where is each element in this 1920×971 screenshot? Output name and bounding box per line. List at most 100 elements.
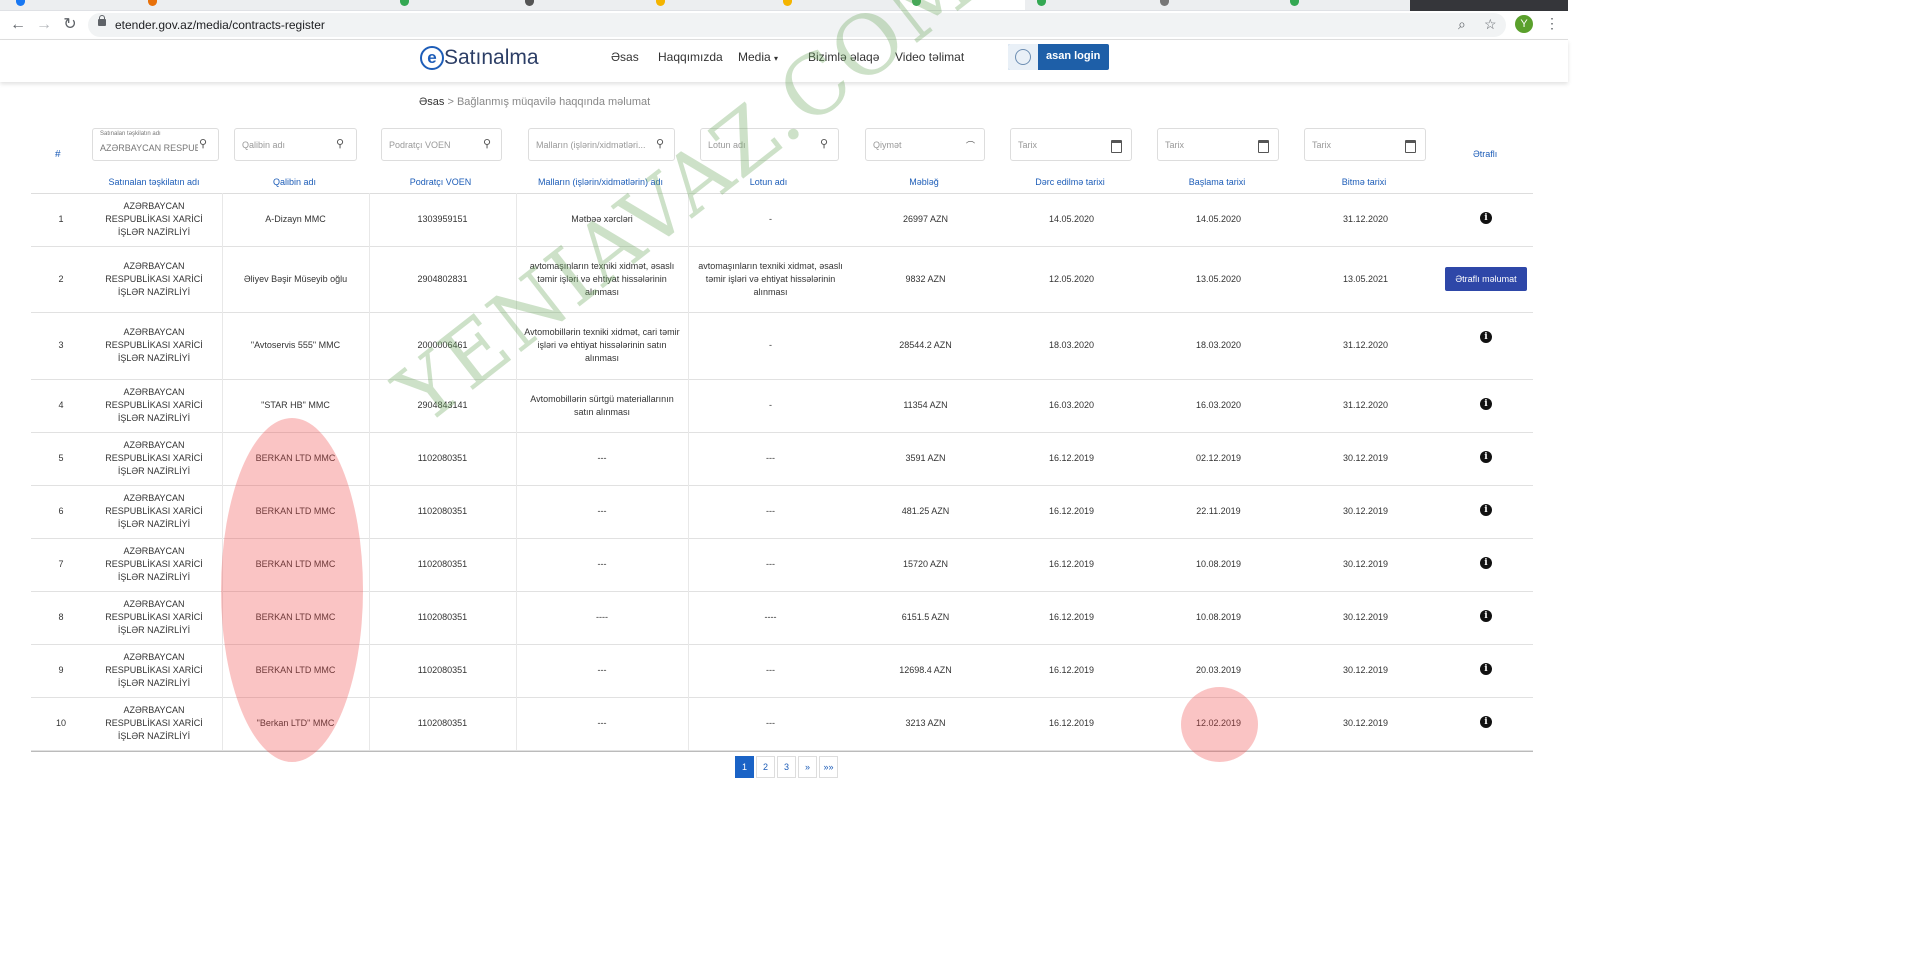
nav-contact[interactable]: Bizimlə əlaqə: [808, 50, 879, 64]
info-icon[interactable]: i: [1480, 398, 1492, 410]
amount-cell: 6151.5 AZN: [901, 612, 950, 622]
end-date-cell: 31.12.2020: [1342, 214, 1389, 224]
bookmark-star-icon[interactable]: ☆: [1484, 16, 1497, 33]
browser-tab[interactable]: [1150, 0, 1281, 10]
pagination: 1 2 3»»»: [735, 756, 838, 778]
start-date-filter[interactable]: Tarix: [1157, 128, 1279, 161]
details-cell: i: [1439, 432, 1533, 485]
info-icon[interactable]: i: [1480, 212, 1492, 224]
page-button[interactable]: »»: [819, 756, 838, 778]
table-row[interactable]: 2 AZƏRBAYCAN RESPUBLİKASI XARİCİ İŞLƏR NA…: [31, 246, 1533, 313]
winner-filter-input[interactable]: Qalibin adı ⚲: [234, 128, 357, 161]
column-header-amount[interactable]: Məbləğ: [865, 177, 983, 187]
info-icon[interactable]: i: [1480, 557, 1492, 569]
table-row[interactable]: 8 AZƏRBAYCAN RESPUBLİKASI XARİCİ İŞLƏR NA…: [31, 591, 1533, 645]
breadcrumb-home[interactable]: Əsas: [419, 96, 444, 108]
page-button[interactable]: 2: [756, 756, 775, 778]
column-header-goods[interactable]: Malların (işlərin/xidmətlərin) adı: [517, 177, 684, 187]
menu-kebab-icon[interactable]: ⋮: [1545, 15, 1559, 32]
info-icon[interactable]: i: [1480, 610, 1492, 622]
browser-tab[interactable]: [1025, 0, 1151, 10]
info-icon[interactable]: i: [1480, 504, 1492, 516]
nav-video-guide[interactable]: Video təlimat: [895, 50, 964, 64]
column-divider: [688, 644, 689, 697]
column-header-start[interactable]: Başlama tarixi: [1157, 177, 1277, 187]
browser-tab[interactable]: [390, 0, 516, 10]
goods-cell: ---: [597, 506, 607, 516]
column-header-voen[interactable]: Podratçı VOEN: [381, 177, 500, 187]
table-row[interactable]: 6 AZƏRBAYCAN RESPUBLİKASI XARİCİ İŞLƏR NA…: [31, 485, 1533, 539]
table-row[interactable]: 1 AZƏRBAYCAN RESPUBLİKASI XARİCİ İŞLƏR NA…: [31, 193, 1533, 247]
published-date-filter[interactable]: Tarix: [1010, 128, 1132, 161]
winner-cell: BERKAN LTD MMC: [255, 506, 336, 516]
column-divider: [516, 644, 517, 697]
row-number: 8: [58, 612, 64, 622]
asan-login-button[interactable]: asan login: [1008, 44, 1109, 70]
browser-tab[interactable]: [515, 0, 641, 10]
table-row[interactable]: 3 AZƏRBAYCAN RESPUBLİKASI XARİCİ İŞLƏR NA…: [31, 312, 1533, 380]
nav-home[interactable]: Əsas: [611, 50, 639, 64]
browser-tab[interactable]: [140, 0, 266, 10]
nav-about[interactable]: Haqqımızda: [658, 50, 723, 64]
profile-avatar[interactable]: Y: [1515, 15, 1533, 33]
goods-cell: Mətbəə xərcləri: [571, 214, 633, 224]
page-button-active[interactable]: 1: [735, 756, 754, 778]
column-header-winner[interactable]: Qalibin adı: [234, 177, 355, 187]
winner-cell: "Berkan LTD" MMC: [256, 718, 335, 728]
browser-tab[interactable]: [1280, 0, 1411, 10]
page-button[interactable]: »: [798, 756, 817, 778]
browser-tab[interactable]: [640, 0, 766, 10]
voen-cell: 1102080351: [417, 612, 468, 622]
browser-tab[interactable]: [0, 0, 141, 10]
logo-icon[interactable]: e: [420, 46, 444, 70]
browser-tab[interactable]: [265, 0, 391, 10]
voen-cell: 1303959151: [417, 214, 468, 224]
table-row[interactable]: 9 AZƏRBAYCAN RESPUBLİKASI XARİCİ İŞLƏR NA…: [31, 644, 1533, 698]
voen-filter-input[interactable]: Podratçı VOEN ⚲: [381, 128, 502, 161]
end-date-cell: 30.12.2019: [1342, 718, 1389, 728]
organization-filter-label: Satınalan təşkilatın adı: [100, 131, 161, 137]
reload-icon[interactable]: ↻: [60, 15, 80, 35]
goods-filter-input[interactable]: Malların (işlərin/xidmətləri... ⚲: [528, 128, 675, 161]
column-divider: [222, 538, 223, 591]
table-row[interactable]: 10 AZƏRBAYCAN RESPUBLİKASI XARİCİ İŞLƏR N…: [31, 697, 1533, 751]
browser-tab[interactable]: [765, 0, 901, 10]
published-date-cell: 18.03.2020: [1048, 340, 1095, 350]
organization-filter-input[interactable]: Satınalan təşkilatın adı AZƏRBAYCAN RESP…: [92, 128, 219, 161]
table-row[interactable]: 5 AZƏRBAYCAN RESPUBLİKASI XARİCİ İŞLƏR NA…: [31, 432, 1533, 486]
table-row[interactable]: 4 AZƏRBAYCAN RESPUBLİKASI XARİCİ İŞLƏR NA…: [31, 379, 1533, 433]
details-button[interactable]: Ətraflı məlumat: [1445, 267, 1527, 291]
info-icon[interactable]: i: [1480, 331, 1492, 343]
info-icon[interactable]: i: [1480, 716, 1492, 728]
table-row[interactable]: 7 AZƏRBAYCAN RESPUBLİKASI XARİCİ İŞLƏR NA…: [31, 538, 1533, 592]
winner-cell: BERKAN LTD MMC: [255, 559, 336, 569]
info-icon[interactable]: i: [1480, 663, 1492, 675]
published-date-cell: 14.05.2020: [1048, 214, 1095, 224]
end-date-filter[interactable]: Tarix: [1304, 128, 1426, 161]
nav-media[interactable]: Media ▾: [738, 50, 778, 64]
column-divider: [688, 379, 689, 432]
forward-arrow-icon[interactable]: →: [34, 15, 54, 35]
info-icon[interactable]: i: [1480, 451, 1492, 463]
column-divider: [688, 312, 689, 379]
lot-filter-input[interactable]: Lotun adı ⚲: [700, 128, 839, 161]
price-filter-input[interactable]: Qiymət ⌒: [865, 128, 985, 161]
address-bar[interactable]: etender.gov.az/media/contracts-register …: [88, 13, 1506, 37]
voen-cell: 1102080351: [417, 453, 468, 463]
breadcrumb-current: Bağlanmış müqavilə haqqında məlumat: [456, 96, 651, 108]
goods-cell: ----: [596, 612, 608, 622]
column-divider: [516, 193, 517, 246]
column-header-end[interactable]: Bitmə tarixi: [1304, 177, 1424, 187]
end-date-cell: 31.12.2020: [1342, 340, 1389, 350]
column-header-lot[interactable]: Lotun adı: [700, 177, 837, 187]
column-header-organization[interactable]: Satınalan təşkilatın adı: [91, 177, 217, 187]
logo-text[interactable]: Satınalma: [444, 46, 539, 70]
favicon-icon: [912, 0, 921, 6]
column-header-published[interactable]: Dərc edilmə tarixi: [1010, 177, 1130, 187]
page-button[interactable]: 3: [777, 756, 796, 778]
details-column-header: Ətraflı: [1473, 149, 1498, 159]
back-arrow-icon[interactable]: ←: [8, 15, 28, 35]
organization-cell: AZƏRBAYCAN RESPUBLİKASI XARİCİ İŞLƏR NAZ…: [105, 387, 203, 423]
browser-tab-active[interactable]: [900, 0, 1026, 10]
zoom-icon[interactable]: ⌕: [1458, 16, 1466, 33]
